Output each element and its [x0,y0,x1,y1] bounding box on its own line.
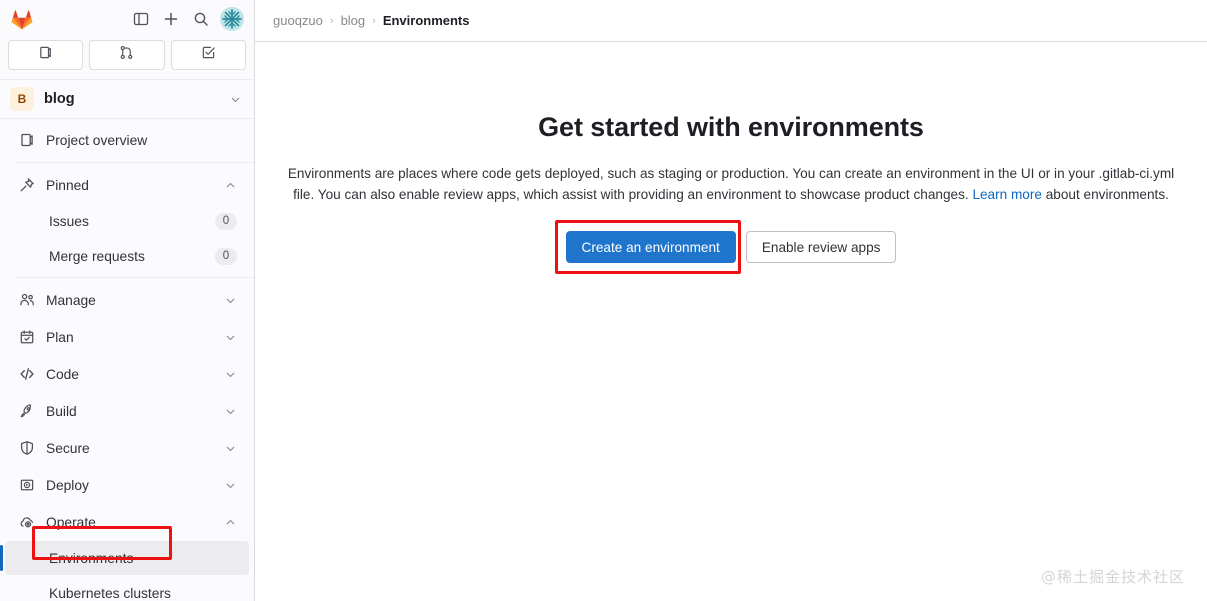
sidebar-item-label: Project overview [46,132,148,148]
sidebar-item-operate[interactable]: Operate [5,504,249,540]
enable-review-apps-button[interactable]: Enable review apps [745,231,897,263]
issues-shortcut[interactable] [8,40,84,70]
sidebar-nav: Project overview Pinned Issues 0 Merge r… [0,119,254,601]
merge-requests-shortcut[interactable] [89,40,165,70]
chevron-down-icon [224,331,237,344]
sidebar-item-code[interactable]: Code [5,356,249,392]
sidebar-item-secure[interactable]: Secure [5,430,249,466]
chevron-down-icon [224,442,237,455]
sidebar-quick-actions [0,38,254,78]
project-overview-icon [19,132,35,148]
create-an-environment-button[interactable]: Create an environment [565,231,736,263]
deploy-icon [19,477,35,493]
breadcrumb-current: Environments [382,13,470,28]
sidebar-item-label: Manage [46,292,96,308]
plus-icon[interactable] [156,5,186,33]
chevron-down-icon [224,405,237,418]
empty-state-description: Environments are places where code gets … [286,163,1176,205]
sidebar-toggle-icon[interactable] [126,5,156,33]
chevron-up-icon [224,179,237,192]
sidebar-item-issues[interactable]: Issues 0 [5,204,249,238]
sidebar-item-build[interactable]: Build [5,393,249,429]
main-content: guoqzuo › blog › Environments Get starte… [255,0,1207,601]
rocket-icon [19,403,35,419]
chevron-down-icon [229,93,242,106]
sidebar-item-merge-requests[interactable]: Merge requests 0 [5,239,249,273]
todo-checkbox-icon [201,45,216,65]
sidebar-item-label: Plan [46,329,74,345]
merge-request-icon [119,45,134,65]
merge-requests-count-badge: 0 [215,247,237,265]
description-text-part2: about environments. [1041,187,1169,202]
sidebar-item-plan[interactable]: Plan [5,319,249,355]
sidebar-subitem-label: Merge requests [49,248,145,264]
issues-icon [38,45,53,65]
breadcrumb: guoqzuo › blog › Environments [255,0,1207,42]
sidebar-item-label: Build [46,403,77,419]
breadcrumb-separator-icon: › [372,14,376,27]
chevron-down-icon [224,368,237,381]
empty-state-actions: Create an environment Enable review apps [554,220,897,274]
code-icon [19,366,35,382]
nav-divider-1 [14,162,254,163]
nav-divider-2 [14,277,254,278]
sidebar-item-pinned[interactable]: Pinned [5,167,249,203]
user-avatar[interactable] [220,7,244,31]
sidebar-item-label: Secure [46,440,90,456]
sidebar: B blog Project overview Pinned Issues 0 … [0,0,255,601]
sidebar-item-project-overview[interactable]: Project overview [5,122,249,158]
users-icon [19,292,35,308]
sidebar-topbar [0,0,254,38]
breadcrumb-project[interactable]: blog [341,13,366,28]
sidebar-item-kubernetes-clusters[interactable]: Kubernetes clusters [5,576,249,601]
shield-icon [19,440,35,456]
sidebar-item-label: Code [46,366,79,382]
sidebar-item-environments[interactable]: Environments [0,541,249,575]
project-name: blog [44,91,75,107]
watermark: @稀土掘金技术社区 [1040,568,1185,586]
search-icon[interactable] [186,5,216,33]
chevron-down-icon [224,479,237,492]
page-title: Get started with environments [538,112,924,142]
project-switcher[interactable]: B blog [0,79,254,119]
sidebar-item-label: Operate [46,514,96,530]
calendar-icon [19,329,35,345]
sidebar-subitem-label: Kubernetes clusters [49,585,171,601]
gitlab-app: B blog Project overview Pinned Issues 0 … [0,0,1207,601]
breadcrumb-group[interactable]: guoqzuo [273,13,323,28]
chevron-down-icon [224,294,237,307]
issues-count-badge: 0 [215,212,237,230]
sidebar-subitem-label: Issues [49,213,89,229]
sidebar-item-manage[interactable]: Manage [5,282,249,318]
project-avatar: B [10,87,34,111]
sidebar-item-label: Deploy [46,477,89,493]
sidebar-item-label: Pinned [46,177,89,193]
learn-more-link[interactable]: Learn more [972,187,1042,202]
sidebar-subitem-label: Environments [49,550,134,566]
empty-state: Get started with environments Environmen… [255,42,1207,274]
breadcrumb-separator-icon: › [329,14,334,27]
todos-shortcut[interactable] [170,40,246,70]
gitlab-logo-icon[interactable] [8,5,36,33]
cloud-gear-icon [19,514,35,530]
pin-icon [19,177,35,193]
sidebar-item-deploy[interactable]: Deploy [5,467,249,503]
chevron-up-icon [224,516,237,529]
